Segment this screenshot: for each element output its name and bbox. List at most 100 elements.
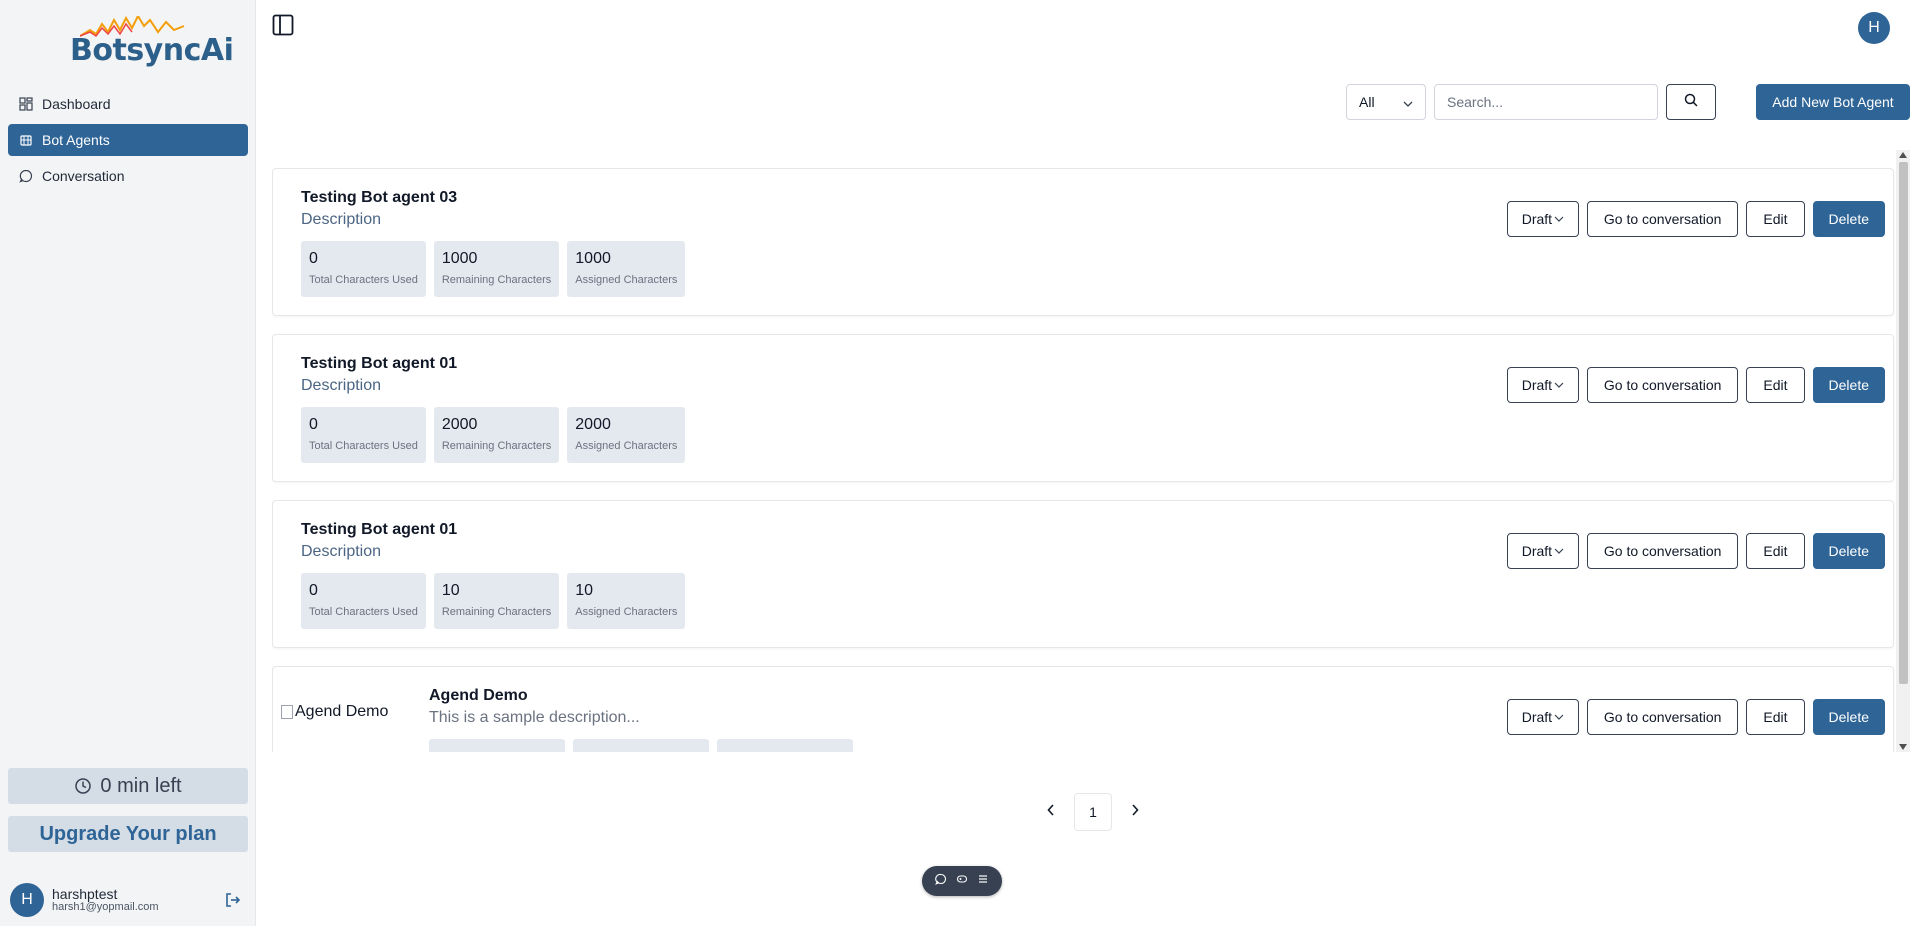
botsync-logo[interactable]: BotsyncAi bbox=[70, 16, 234, 68]
delete-button[interactable]: Delete bbox=[1812, 699, 1885, 735]
edit-button[interactable]: Edit bbox=[1746, 201, 1805, 237]
agent-card: Agend Demo Agend Demo This is a sample d… bbox=[272, 666, 1894, 752]
stat-assigned: 2000 Assigned Characters bbox=[567, 407, 686, 463]
scroll-thumb[interactable] bbox=[1899, 162, 1908, 684]
agent-actions: Draft Go to conversation Edit Delete bbox=[1506, 533, 1885, 569]
search-icon bbox=[1684, 93, 1698, 112]
header-avatar[interactable]: H bbox=[1858, 12, 1890, 44]
stat-remaining bbox=[573, 739, 709, 752]
previous-page-button[interactable] bbox=[1036, 797, 1066, 827]
agent-image: Agend Demo bbox=[281, 703, 388, 721]
user-profile: H harshptest harsh1@yopmail.com bbox=[10, 882, 250, 918]
stat-total-used bbox=[429, 739, 565, 752]
go-to-conversation-button[interactable]: Go to conversation bbox=[1586, 201, 1739, 237]
user-email: harsh1@yopmail.com bbox=[52, 900, 159, 913]
agent-card: Testing Bot agent 01 Description 0 Total … bbox=[272, 500, 1894, 648]
add-bot-agent-button[interactable]: Add New Bot Agent bbox=[1756, 84, 1910, 120]
main-content: H All Add New Bot Agent Testing Bot agen… bbox=[256, 0, 1920, 926]
agent-stats bbox=[429, 739, 861, 752]
sidebar-item-label: Dashboard bbox=[42, 96, 111, 112]
stat-remaining: 1000 Remaining Characters bbox=[433, 241, 560, 297]
agent-card: Testing Bot agent 01 Description 0 Total … bbox=[272, 334, 1894, 482]
list-scrollbar[interactable] bbox=[1896, 150, 1910, 752]
upgrade-plan-button[interactable]: Upgrade Your plan bbox=[8, 816, 248, 852]
chevron-down-icon bbox=[1403, 94, 1413, 110]
delete-button[interactable]: Delete bbox=[1812, 367, 1885, 403]
chevron-right-icon bbox=[1131, 803, 1139, 821]
time-left-badge: 0 min left bbox=[8, 768, 248, 804]
agent-description: Description bbox=[301, 377, 382, 394]
sidebar-item-label: Bot Agents bbox=[42, 132, 110, 148]
status-dropdown[interactable]: Draft bbox=[1506, 533, 1579, 569]
stat-total-used: 0 Total Characters Used bbox=[301, 241, 426, 297]
sidebar-item-dashboard[interactable]: Dashboard bbox=[8, 88, 248, 120]
agent-stats: 0 Total Characters Used 10 Remaining Chara… bbox=[301, 573, 693, 629]
chevron-down-icon bbox=[1554, 548, 1564, 554]
pagination: 1 bbox=[1036, 793, 1150, 831]
agent-title: Testing Bot agent 01 bbox=[301, 521, 458, 538]
delete-button[interactable]: Delete bbox=[1812, 533, 1885, 569]
scroll-up-arrow-icon[interactable] bbox=[1899, 152, 1907, 158]
search-input[interactable] bbox=[1434, 84, 1658, 120]
toolbar: All Add New Bot Agent bbox=[256, 84, 1920, 120]
stat-remaining: 2000 Remaining Characters bbox=[433, 407, 560, 463]
time-left-text: 0 min left bbox=[100, 774, 182, 797]
edit-button[interactable]: Edit bbox=[1746, 533, 1805, 569]
chevron-left-icon bbox=[1047, 803, 1055, 821]
logout-icon[interactable] bbox=[224, 891, 242, 914]
sidebar: BotsyncAi Dashboard Bot Agents Conversat… bbox=[0, 0, 256, 926]
agent-stats: 0 Total Characters Used 2000 Remaining Cha… bbox=[301, 407, 693, 463]
logo-text: BotsyncAi bbox=[70, 33, 234, 68]
sidebar-nav: Dashboard Bot Agents Conversation bbox=[8, 88, 248, 196]
agent-title: Agend Demo bbox=[429, 687, 528, 704]
agent-title: Testing Bot agent 03 bbox=[301, 189, 458, 206]
page-number-button[interactable]: 1 bbox=[1074, 793, 1112, 831]
agent-title: Testing Bot agent 01 bbox=[301, 355, 458, 372]
agent-actions: Draft Go to conversation Edit Delete bbox=[1506, 201, 1885, 237]
tag-icon[interactable] bbox=[956, 872, 968, 890]
delete-button[interactable]: Delete bbox=[1812, 201, 1885, 237]
chevron-down-icon bbox=[1554, 714, 1564, 720]
clock-icon bbox=[74, 777, 92, 795]
agent-stats: 0 Total Characters Used 1000 Remaining Cha… bbox=[301, 241, 693, 297]
status-filter-select[interactable]: All bbox=[1346, 84, 1426, 120]
stat-assigned: 10 Assigned Characters bbox=[567, 573, 686, 629]
status-dropdown[interactable]: Draft bbox=[1506, 699, 1579, 735]
agent-actions: Draft Go to conversation Edit Delete bbox=[1506, 367, 1885, 403]
edit-button[interactable]: Edit bbox=[1746, 699, 1805, 735]
stat-total-used: 0 Total Characters Used bbox=[301, 407, 426, 463]
search-button[interactable] bbox=[1666, 84, 1716, 120]
broken-image-icon bbox=[281, 705, 293, 719]
stat-remaining: 10 Remaining Characters bbox=[433, 573, 560, 629]
agent-actions: Draft Go to conversation Edit Delete bbox=[1506, 699, 1885, 735]
chevron-down-icon bbox=[1554, 382, 1564, 388]
status-filter-value: All bbox=[1359, 94, 1375, 110]
chevron-down-icon bbox=[1554, 216, 1564, 222]
stat-assigned bbox=[717, 739, 853, 752]
agent-list: Testing Bot agent 03 Description 0 Total … bbox=[272, 150, 1912, 752]
sidebar-item-conversation[interactable]: Conversation bbox=[8, 160, 248, 192]
scroll-down-arrow-icon[interactable] bbox=[1899, 744, 1907, 750]
agent-description: Description bbox=[301, 211, 382, 228]
dashboard-icon bbox=[18, 96, 34, 112]
comment-icon[interactable] bbox=[934, 872, 947, 890]
go-to-conversation-button[interactable]: Go to conversation bbox=[1586, 367, 1739, 403]
agent-description: Description bbox=[301, 543, 382, 560]
sidebar-item-bot-agents[interactable]: Bot Agents bbox=[8, 124, 248, 156]
agent-description: This is a sample description... bbox=[429, 709, 640, 726]
go-to-conversation-button[interactable]: Go to conversation bbox=[1586, 699, 1739, 735]
agent-card: Testing Bot agent 03 Description 0 Total … bbox=[272, 168, 1894, 316]
user-avatar[interactable]: H bbox=[10, 883, 44, 917]
go-to-conversation-button[interactable]: Go to conversation bbox=[1586, 533, 1739, 569]
status-dropdown[interactable]: Draft bbox=[1506, 367, 1579, 403]
status-dropdown[interactable]: Draft bbox=[1506, 201, 1579, 237]
sidebar-toggle-icon[interactable] bbox=[272, 14, 294, 41]
chat-icon bbox=[18, 168, 34, 184]
bot-icon bbox=[18, 132, 34, 148]
stat-assigned: 1000 Assigned Characters bbox=[567, 241, 686, 297]
list-icon[interactable] bbox=[977, 872, 989, 890]
user-info: harshptest harsh1@yopmail.com bbox=[52, 887, 159, 913]
edit-button[interactable]: Edit bbox=[1746, 367, 1805, 403]
next-page-button[interactable] bbox=[1120, 797, 1150, 827]
sidebar-item-label: Conversation bbox=[42, 168, 125, 184]
